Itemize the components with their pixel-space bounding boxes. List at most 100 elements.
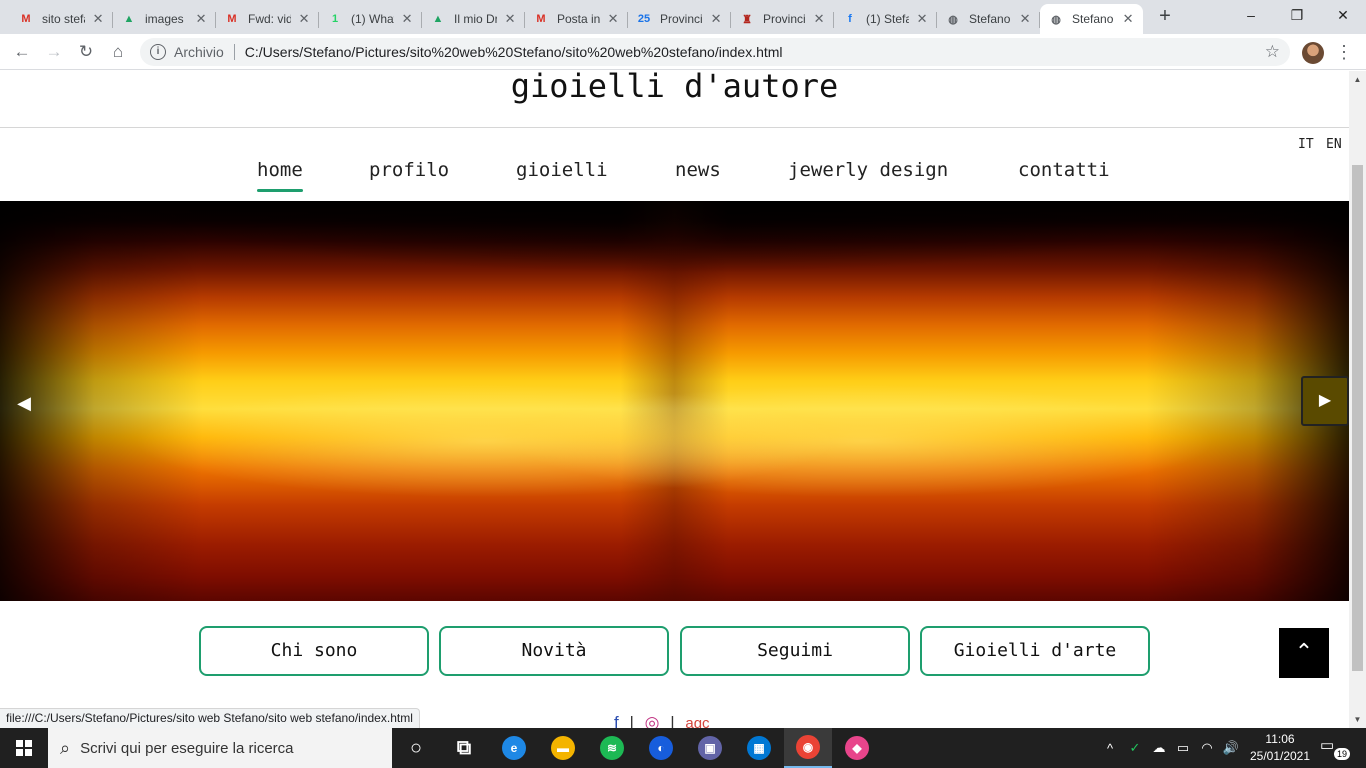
page-scrollbar[interactable]: ▲ ▼ (1349, 71, 1366, 728)
back-button[interactable]: ← (10, 40, 34, 64)
onedrive-icon[interactable]: ☁ (1148, 728, 1170, 768)
social-separator: | (629, 713, 634, 728)
start-button[interactable] (0, 728, 48, 768)
nav-profilo[interactable]: profilo (369, 159, 449, 185)
close-tab-icon[interactable]: ✕ (1121, 11, 1135, 27)
scroll-up-arrow-icon[interactable]: ▲ (1349, 71, 1366, 88)
globe-icon: ◍ (948, 13, 958, 26)
taskbar-clock[interactable]: 11:06 25/01/2021 (1248, 731, 1312, 765)
slideshow-next-button[interactable]: ▶ (1301, 376, 1349, 426)
slideshow-prev-button[interactable]: ◀ (10, 391, 38, 415)
close-tab-icon[interactable]: ✕ (606, 11, 620, 27)
scheme-label: Archivio (174, 44, 224, 60)
close-tab-icon[interactable]: ✕ (194, 11, 208, 27)
scroll-down-arrow-icon[interactable]: ▼ (1349, 711, 1366, 728)
close-tab-icon[interactable]: ✕ (1018, 11, 1032, 27)
crest-icon: ♜ (742, 13, 752, 26)
nav-contatti[interactable]: contatti (1018, 159, 1110, 185)
tab-title: Stefano (969, 12, 1011, 26)
taskbar-app[interactable]: ◐ (637, 728, 685, 768)
google-drive-icon: ▲ (432, 13, 444, 25)
chi-sono-button[interactable]: Chi sono (199, 626, 429, 676)
taskbar-app[interactable]: ▦ (735, 728, 783, 768)
taskbar-app[interactable]: ▬ (539, 728, 587, 768)
close-tab-icon[interactable]: ✕ (709, 11, 723, 27)
taskbar-app[interactable]: ○ (392, 728, 440, 768)
wifi-icon[interactable]: ◠ (1196, 728, 1218, 768)
close-tab-icon[interactable]: ✕ (503, 11, 517, 27)
taskbar-app[interactable]: ⧉ (440, 728, 488, 768)
battery-icon[interactable]: ▭ (1172, 728, 1194, 768)
facebook-icon: f (848, 13, 852, 25)
close-tab-icon[interactable]: ✕ (297, 11, 311, 27)
url-text[interactable]: C:/Users/Stefano/Pictures/sito%20web%20S… (245, 44, 783, 60)
agc-link[interactable]: agc (685, 715, 709, 728)
novita-button[interactable]: Novità (439, 626, 669, 676)
browser-tab[interactable]: M Posta in arrivo ✕ (525, 4, 628, 34)
address-divider (233, 44, 235, 60)
browser-tab[interactable]: f (1) Stefano ✕ (834, 4, 937, 34)
taskbar-app[interactable]: ≋ (588, 728, 636, 768)
address-bar[interactable]: i Archivio C:/Users/Stefano/Pictures/sit… (140, 38, 1290, 66)
search-icon: ⌕ (60, 737, 71, 758)
notification-center-icon[interactable]: ▭ 19 (1320, 736, 1350, 760)
page-viewport: gioielli d'autore IT EN home profilo gio… (0, 71, 1366, 728)
close-tab-icon[interactable]: ✕ (91, 11, 105, 27)
scrollbar-thumb[interactable] (1352, 165, 1363, 671)
browser-tab[interactable]: ▲ Il mio Drive ✕ (422, 4, 525, 34)
back-to-top-button[interactable]: ⌃ (1279, 628, 1329, 678)
browser-tab[interactable]: 25 Provincia ✕ (628, 4, 731, 34)
browser-tab[interactable]: ♜ Provincia ✕ (731, 4, 834, 34)
instagram-icon[interactable]: ◎ (645, 713, 660, 728)
close-tab-icon[interactable]: ✕ (400, 11, 414, 27)
bookmark-star-icon[interactable]: ☆ (1265, 42, 1280, 62)
browser-tab[interactable]: ◍ Stefano ✕ (937, 4, 1040, 34)
close-tab-icon[interactable]: ✕ (812, 11, 826, 27)
gioielli-darte-button[interactable]: Gioielli d'arte (920, 626, 1150, 676)
minimize-button[interactable]: – (1228, 0, 1274, 30)
taskbar-app[interactable]: ▣ (686, 728, 734, 768)
taskbar-search-box[interactable]: ⌕ Scrivi qui per eseguire la ricerca (48, 728, 392, 768)
browser-tab[interactable]: 1 (1) WhatsApp ✕ (319, 4, 422, 34)
nav-jewerly-design[interactable]: jewerly design (788, 159, 948, 185)
browser-tab[interactable]: ▲ images ✕ (113, 4, 216, 34)
tab-title: (1) WhatsApp (351, 12, 395, 26)
volume-icon[interactable]: 🔊 (1220, 728, 1242, 768)
chrome-icon: ◉ (796, 735, 820, 759)
new-tab-button[interactable]: + (1154, 6, 1176, 28)
taskbar-app[interactable]: e (490, 728, 538, 768)
tab-title: sito stefano (42, 12, 85, 26)
nav-news[interactable]: news (675, 159, 721, 185)
status-bar-url: file:///C:/Users/Stefano/Pictures/sito w… (0, 708, 420, 728)
lang-en-link[interactable]: EN (1326, 137, 1342, 152)
lang-it-link[interactable]: IT (1298, 137, 1314, 152)
tab-title: (1) Stefano (866, 12, 910, 26)
nav-home[interactable]: home (257, 159, 303, 192)
browser-tab[interactable]: Msito stefano ✕ (10, 4, 113, 34)
browser-menu-icon[interactable]: ⋮ (1334, 40, 1354, 64)
maximize-button[interactable]: ❐ (1274, 0, 1320, 30)
security-shield-icon[interactable]: ✓ (1124, 728, 1146, 768)
reload-button[interactable]: ↻ (74, 40, 98, 64)
whatsapp-icon: 1 (331, 13, 339, 25)
search-placeholder: Scrivi qui per eseguire la ricerca (80, 739, 294, 757)
hero-slideshow[interactable]: ◀ ▶ (0, 201, 1349, 601)
browser-tab[interactable]: M Fwd: video ✕ (216, 4, 319, 34)
home-button[interactable]: ⌂ (106, 40, 130, 64)
seguimi-button[interactable]: Seguimi (680, 626, 910, 676)
forward-button[interactable]: → (42, 40, 66, 64)
close-window-button[interactable]: ✕ (1320, 0, 1366, 30)
browser-tab[interactable]: ◍ Stefano ✕ (1040, 4, 1143, 34)
tray-overflow-chevron-icon[interactable]: ^ (1100, 728, 1120, 768)
profile-avatar[interactable] (1302, 42, 1324, 64)
taskbar-app[interactable]: ◆ (833, 728, 881, 768)
store-icon: ▦ (747, 736, 771, 760)
close-tab-icon[interactable]: ✕ (915, 11, 929, 27)
site-info-icon[interactable]: i (150, 44, 166, 60)
tab-title: Provincia (763, 12, 806, 26)
nav-gioielli[interactable]: gioielli (516, 159, 608, 185)
facebook-icon[interactable]: f (614, 713, 619, 728)
tab-title: images (145, 12, 184, 26)
tab-title: Fwd: video (248, 12, 292, 26)
taskbar-app[interactable]: ◉ (784, 728, 832, 768)
